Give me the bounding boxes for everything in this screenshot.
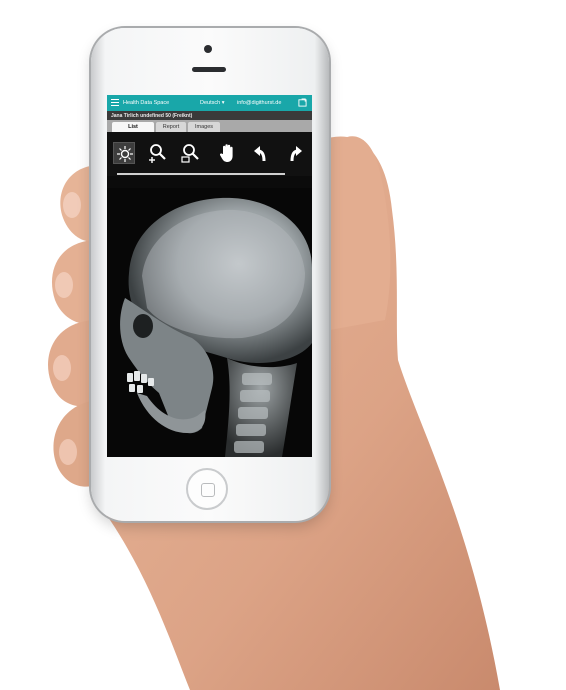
language-selector[interactable]: Deutsch ▾	[200, 100, 224, 106]
home-button[interactable]	[186, 468, 228, 510]
phone-screen: Health Data Space Deutsch ▾ info@digithu…	[107, 95, 312, 457]
zoom-out-button[interactable]	[180, 142, 202, 164]
rotate-left-icon	[254, 146, 266, 162]
home-square-icon	[201, 483, 215, 497]
tab-bar: List Report Images	[107, 120, 312, 132]
patient-label: Jana Tirlich undefined 50 (Freiknt)	[111, 113, 193, 119]
photo-scene: Health Data Space Deutsch ▾ info@digithu…	[0, 0, 566, 690]
patient-bar: Jana Tirlich undefined 50 (Freiknt)	[107, 111, 312, 120]
xray-image-viewer[interactable]	[107, 188, 312, 457]
zoom-out-icon	[181, 144, 199, 163]
zoom-in-button[interactable]	[147, 142, 169, 164]
app-header: Health Data Space Deutsch ▾ info@digithu…	[107, 95, 312, 111]
tab-images[interactable]: Images	[188, 122, 220, 132]
user-email[interactable]: info@digithurst.de	[237, 100, 281, 106]
zoom-in-icon	[149, 144, 166, 163]
rotate-left-button[interactable]	[251, 142, 273, 164]
toolbar-divider	[117, 173, 285, 175]
image-toolbar	[107, 132, 312, 176]
pan-hand-icon	[219, 144, 233, 162]
rotate-right-icon	[290, 146, 302, 162]
front-camera	[204, 45, 212, 53]
app-title: Health Data Space	[123, 100, 170, 106]
brightness-contrast-button[interactable]	[113, 142, 135, 164]
profile-icon[interactable]	[298, 98, 307, 107]
tab-report[interactable]: Report	[156, 122, 186, 132]
rotate-right-button[interactable]	[283, 142, 305, 164]
earpiece-speaker	[192, 67, 226, 72]
tab-list[interactable]: List	[112, 122, 154, 132]
brightness-contrast-icon	[117, 146, 133, 162]
hamburger-menu-icon[interactable]	[111, 99, 119, 107]
pan-button[interactable]	[217, 142, 239, 164]
